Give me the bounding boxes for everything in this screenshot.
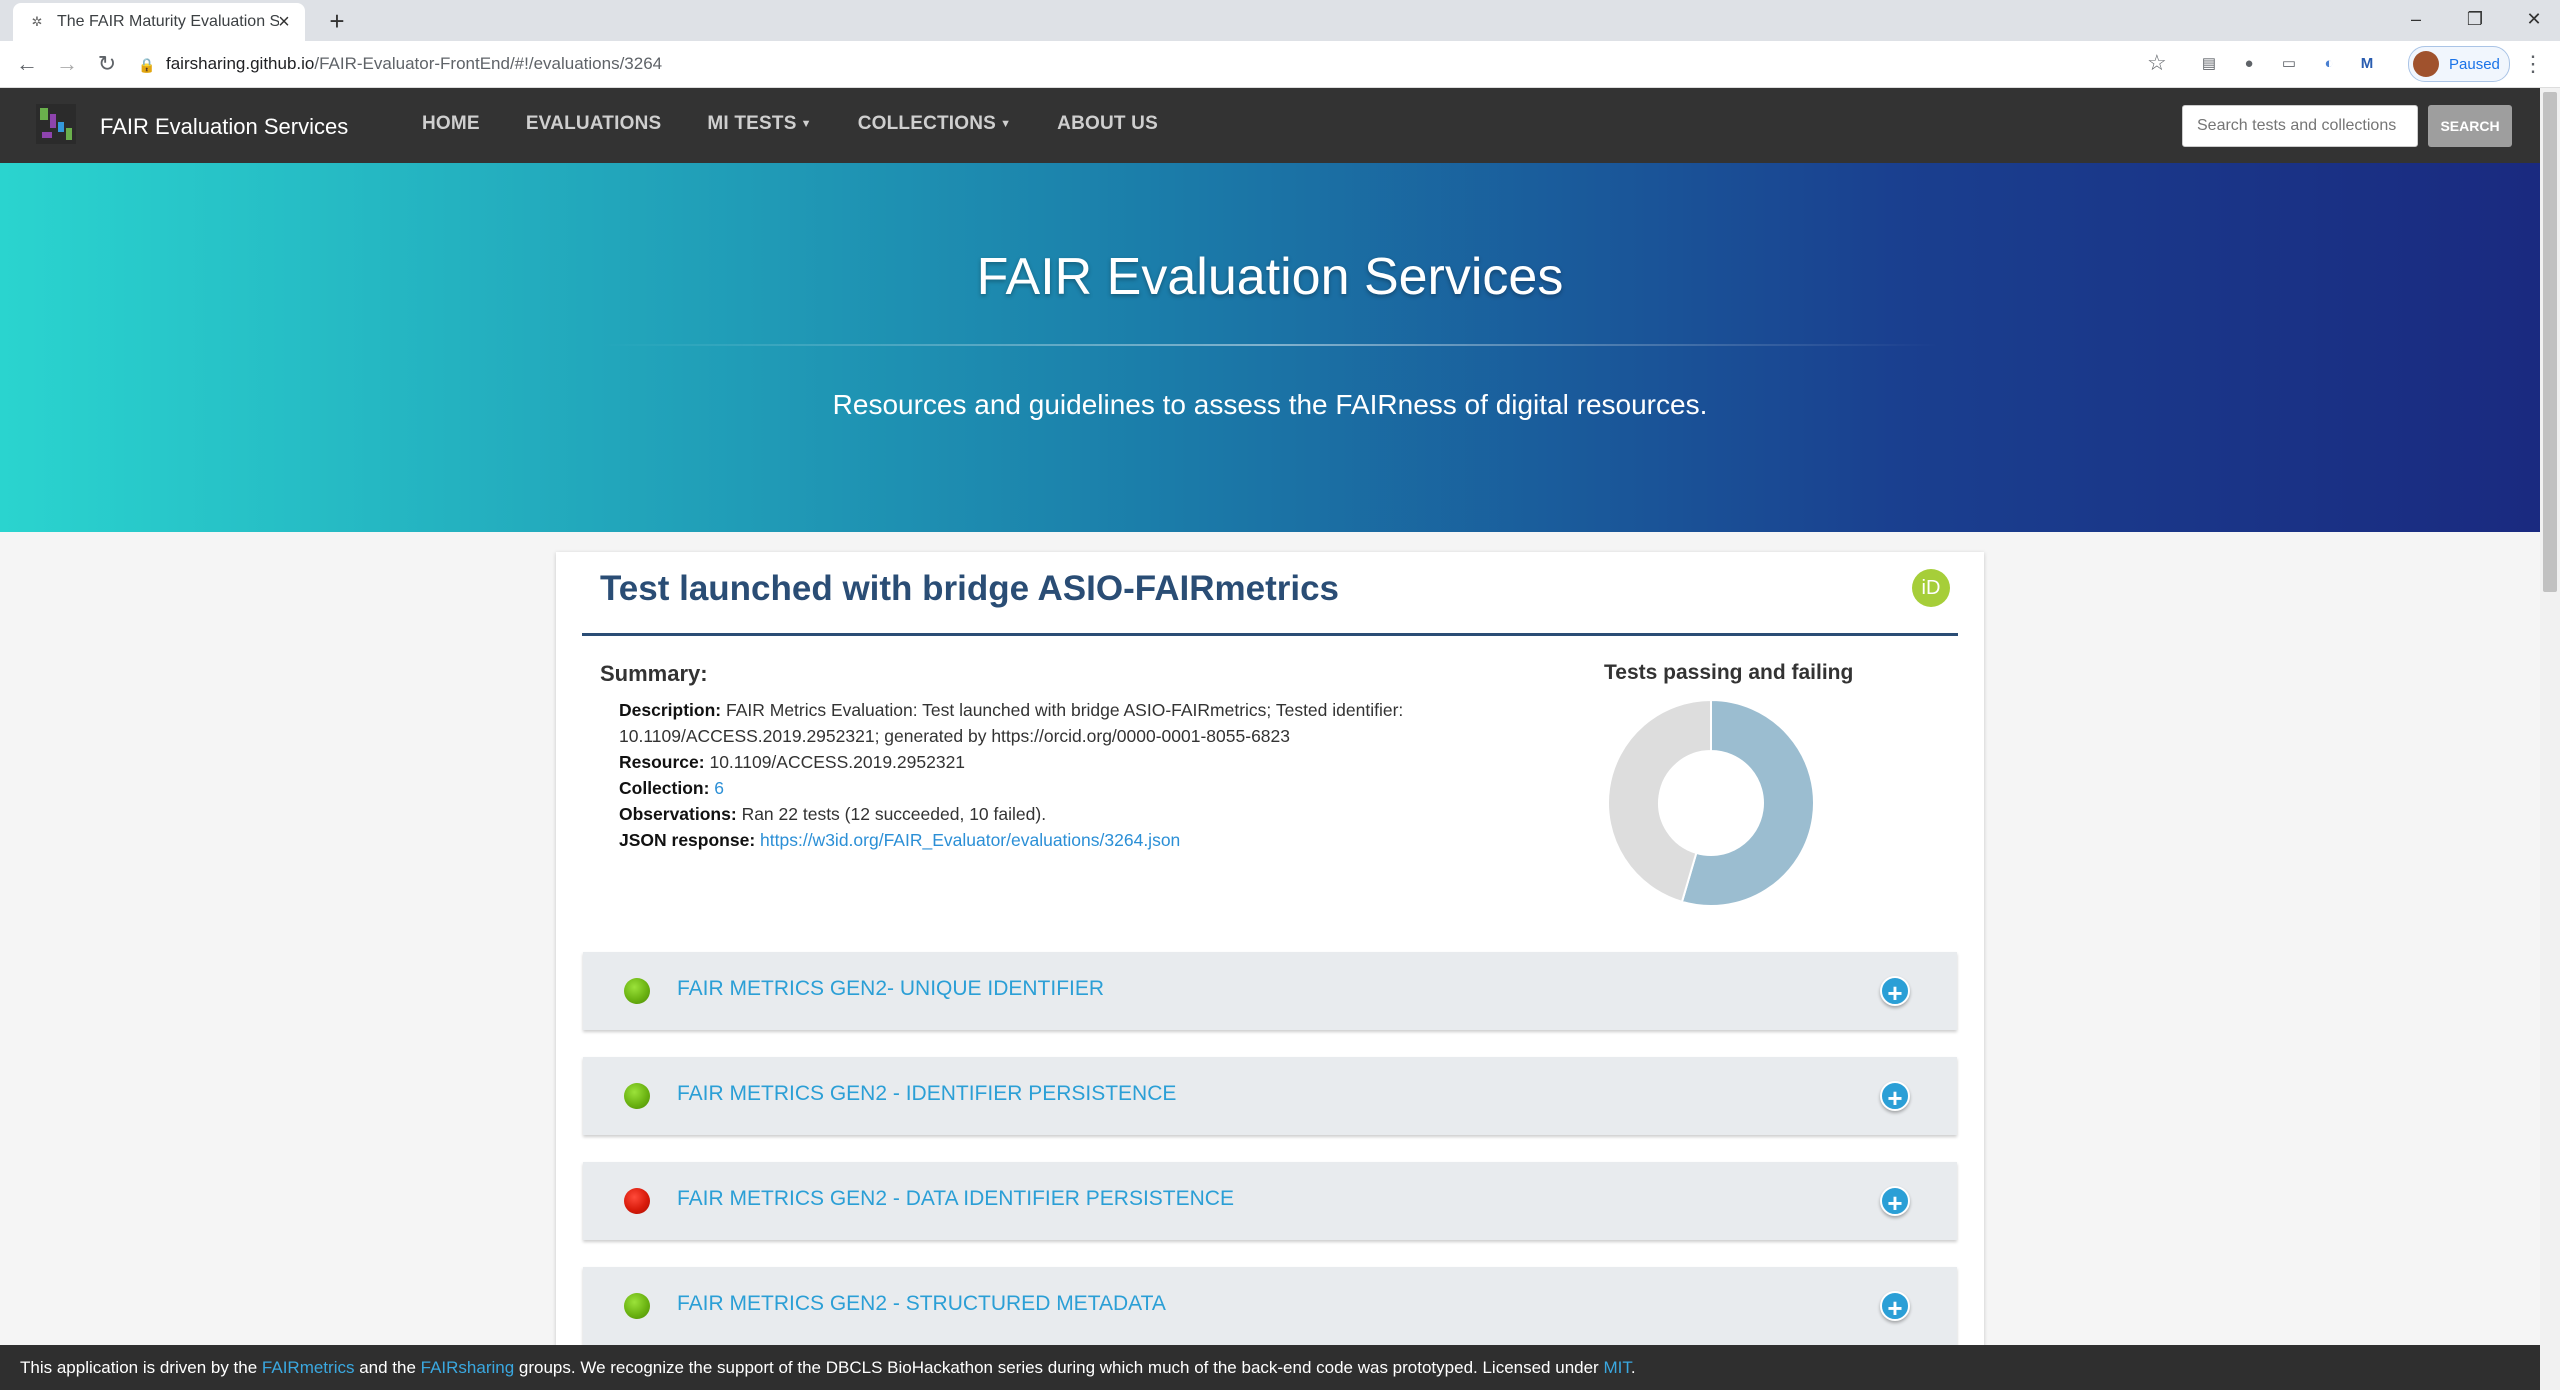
nav-collections-label: COLLECTIONS	[857, 113, 997, 134]
json-response-label: JSON response:	[619, 830, 756, 850]
footer-text: .	[1630, 1358, 1636, 1377]
site-favicon-icon: ✲	[31, 14, 43, 29]
mit-license-link[interactable]: MIT	[1603, 1358, 1630, 1377]
hero-title: FAIR Evaluation Services	[976, 248, 1564, 306]
search-button[interactable]: SEARCH	[2428, 105, 2512, 147]
bookmark-star-icon[interactable]: ☆	[2147, 50, 2167, 76]
back-icon[interactable]: ←	[12, 49, 42, 79]
brand-title[interactable]: FAIR Evaluation Services	[100, 114, 348, 140]
hero-banner: FAIR Evaluation Services Resources and g…	[0, 163, 2540, 532]
restore-icon[interactable]: ❐	[2455, 4, 2495, 34]
test-title[interactable]: FAIR METRICS GEN2- UNIQUE IDENTIFIER	[677, 977, 1104, 1001]
test-accordion[interactable]: FAIR METRICS GEN2- UNIQUE IDENTIFIER +	[583, 952, 1957, 1030]
nav-evaluations[interactable]: EVALUATIONS	[526, 113, 662, 135]
test-title[interactable]: FAIR METRICS GEN2 - IDENTIFIER PERSISTEN…	[677, 1082, 1176, 1106]
title-divider	[582, 633, 1958, 636]
extension-globe-icon[interactable]: ◐	[2318, 53, 2340, 75]
caret-down-icon: ▼	[800, 117, 812, 130]
browser-tab-bar: ✲ The FAIR Maturity Evaluation Ser × + –…	[0, 0, 2560, 41]
footer-bar: This application is driven by the FAIRme…	[0, 1345, 2540, 1390]
summary-heading: Summary:	[600, 661, 708, 686]
pass-status-icon	[624, 978, 650, 1004]
profile-button[interactable]: Paused	[2408, 46, 2510, 82]
avatar	[2413, 51, 2439, 77]
browser-tab[interactable]: ✲ The FAIR Maturity Evaluation Ser ×	[13, 3, 305, 41]
caret-down-icon: ▼	[1000, 117, 1012, 130]
observations-label: Observations:	[619, 804, 737, 824]
hero-divider	[600, 344, 1940, 346]
address-bar[interactable]: 🔒 fairsharing.github.io/FAIR-Evaluator-F…	[138, 47, 2186, 81]
minimize-icon[interactable]: –	[2396, 4, 2436, 34]
nav-about-us[interactable]: ABOUT US	[1057, 113, 1158, 135]
lock-icon: 🔒	[138, 57, 156, 73]
extension-m-icon[interactable]: M	[2356, 53, 2378, 75]
reload-icon[interactable]: ↻	[92, 49, 122, 79]
search-input[interactable]	[2182, 105, 2418, 147]
fairsharing-link[interactable]: FAIRsharing	[421, 1358, 515, 1377]
json-response-link[interactable]: https://w3id.org/FAIR_Evaluator/evaluati…	[760, 830, 1180, 850]
summary-details: Description: FAIR Metrics Evaluation: Te…	[619, 697, 1419, 853]
url-host: fairsharing.github.io	[166, 54, 315, 73]
expand-plus-icon[interactable]: +	[1880, 1186, 1910, 1218]
collection-label: Collection:	[619, 778, 710, 798]
browser-menu-icon[interactable]: ⋮	[2522, 51, 2544, 77]
hero-subtitle: Resources and guidelines to assess the F…	[832, 389, 1708, 420]
test-title[interactable]: FAIR METRICS GEN2 - STRUCTURED METADATA	[677, 1292, 1166, 1316]
evaluation-title: Test launched with bridge ASIO-FAIRmetri…	[600, 569, 1339, 608]
test-title[interactable]: FAIR METRICS GEN2 - DATA IDENTIFIER PERS…	[677, 1187, 1234, 1211]
description-value: FAIR Metrics Evaluation: Test launched w…	[619, 700, 1404, 746]
expand-plus-icon[interactable]: +	[1880, 1291, 1910, 1323]
test-accordion[interactable]: FAIR METRICS GEN2 - DATA IDENTIFIER PERS…	[583, 1162, 1957, 1240]
fail-status-icon	[624, 1188, 650, 1214]
pass-status-icon	[624, 1293, 650, 1319]
footer-text: This application is driven by the	[20, 1358, 262, 1377]
nav-mi-tests-label: MI TESTS	[707, 113, 797, 134]
site-navbar: FAIR Evaluation Services HOME EVALUATION…	[0, 88, 2540, 163]
extension-circle-icon[interactable]: ●	[2238, 53, 2260, 75]
collection-link[interactable]: 6	[714, 778, 724, 798]
pass-status-icon	[624, 1083, 650, 1109]
forward-icon[interactable]: →	[52, 49, 82, 79]
resource-value: 10.1109/ACCESS.2019.2952321	[709, 752, 966, 772]
test-accordion[interactable]: FAIR METRICS GEN2 - IDENTIFIER PERSISTEN…	[583, 1057, 1957, 1135]
new-tab-icon[interactable]: +	[322, 6, 352, 36]
nav-mi-tests[interactable]: MI TESTS ▼	[707, 113, 811, 135]
chart-title: Tests passing and failing	[1604, 661, 1854, 684]
resource-label: Resource:	[619, 752, 705, 772]
browser-toolbar: ← → ↻ 🔒 fairsharing.github.io/FAIR-Evalu…	[0, 41, 2560, 88]
expand-plus-icon[interactable]: +	[1880, 976, 1910, 1008]
expand-plus-icon[interactable]: +	[1880, 1081, 1910, 1113]
nav-home[interactable]: HOME	[422, 113, 480, 135]
fairmetrics-link[interactable]: FAIRmetrics	[262, 1358, 355, 1377]
orcid-icon[interactable]: iD	[1912, 569, 1950, 607]
tab-title: The FAIR Maturity Evaluation Ser	[57, 13, 279, 30]
window-close-icon[interactable]: ✕	[2514, 4, 2554, 34]
fair-logo-icon[interactable]	[34, 102, 78, 146]
footer-text: groups. We recognize the support of the …	[514, 1358, 1604, 1377]
pass-fail-donut-chart	[1607, 698, 1815, 907]
nav-collections[interactable]: COLLECTIONS ▼	[858, 113, 1011, 135]
scrollbar-thumb[interactable]	[2543, 92, 2557, 592]
description-label: Description:	[619, 700, 722, 720]
url-path: /FAIR-Evaluator-FrontEnd/#!/evaluations/…	[314, 54, 663, 73]
extension-doc-icon[interactable]: ▤	[2198, 53, 2220, 75]
page-scrollbar[interactable]	[2540, 88, 2560, 1390]
tab-close-icon[interactable]: ×	[273, 11, 295, 33]
extension-cast-icon[interactable]: ▭	[2278, 53, 2300, 75]
profile-status: Paused	[2449, 55, 2500, 73]
test-accordion[interactable]: FAIR METRICS GEN2 - STRUCTURED METADATA +	[583, 1267, 1957, 1345]
observations-value: Ran 22 tests (12 succeeded, 10 failed).	[741, 804, 1047, 824]
footer-text: and the	[354, 1358, 421, 1377]
